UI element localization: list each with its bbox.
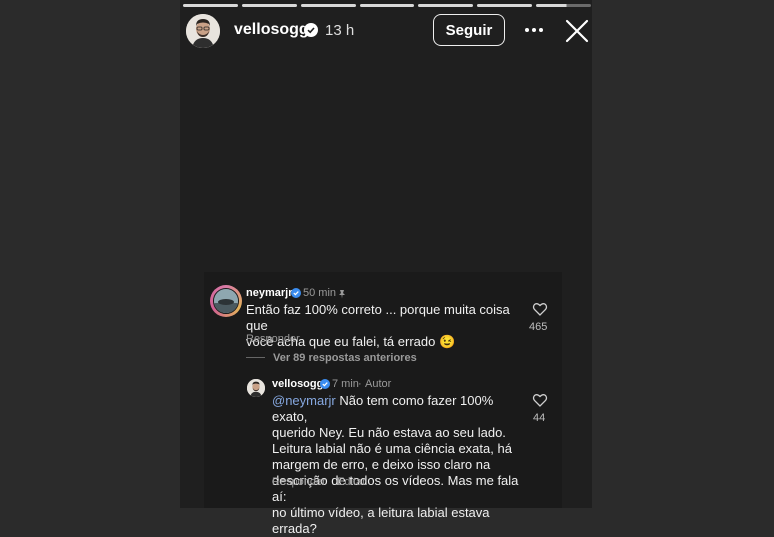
reply-button[interactable]: Responder [272,476,326,488]
comment-body: Não tem como fazer 100% exato, querido N… [272,393,519,536]
progress-segment [359,4,415,7]
view-replies-link[interactable]: Ver 89 respostas anteriores [273,352,417,364]
pin-icon [339,290,345,299]
progress-segment [418,4,474,7]
author-tag: Autor [365,378,392,390]
progress-segment-current [536,4,592,7]
more-options-icon[interactable] [522,18,546,42]
divider-line [246,357,265,358]
story-time: 13 h [325,22,355,39]
edit-button[interactable]: Editar [337,476,366,488]
mention-link[interactable]: @neymarjr [272,393,336,408]
verified-badge-icon [320,379,330,389]
avatar-image [186,14,220,48]
progress-segment [183,4,238,7]
avatar-image [213,288,239,314]
comment-time: 50 min [303,287,337,299]
comment-text: @neymarjr Não tem como fazer 100% exato,… [272,393,532,537]
avatar[interactable] [247,379,265,397]
progress-segment [300,4,356,7]
separator-dot: · [358,378,362,390]
comment-username[interactable]: vellosogg [272,378,323,390]
avatar-image [247,379,265,397]
avatar-photo-icon [214,289,238,313]
close-icon[interactable] [564,18,590,44]
heart-icon[interactable] [532,392,548,408]
like-count: 44 [533,412,546,424]
progress-segment [241,4,297,7]
verified-badge-icon [304,23,318,37]
story-progress-bar [183,4,592,7]
reply-button[interactable]: Responder [246,333,300,345]
comment-time: 7 min [332,378,359,390]
progress-segment [477,4,533,7]
story-username[interactable]: vellosogg [234,21,309,39]
verified-badge-icon [291,288,301,298]
comment-username[interactable]: neymarjr [246,287,292,299]
avatar[interactable] [186,14,220,48]
follow-button[interactable]: Seguir [433,14,505,46]
avatar[interactable] [210,285,242,317]
heart-icon[interactable] [532,301,548,317]
like-count: 465 [529,321,548,333]
story-header: vellosogg 13 h Seguir [186,12,594,50]
